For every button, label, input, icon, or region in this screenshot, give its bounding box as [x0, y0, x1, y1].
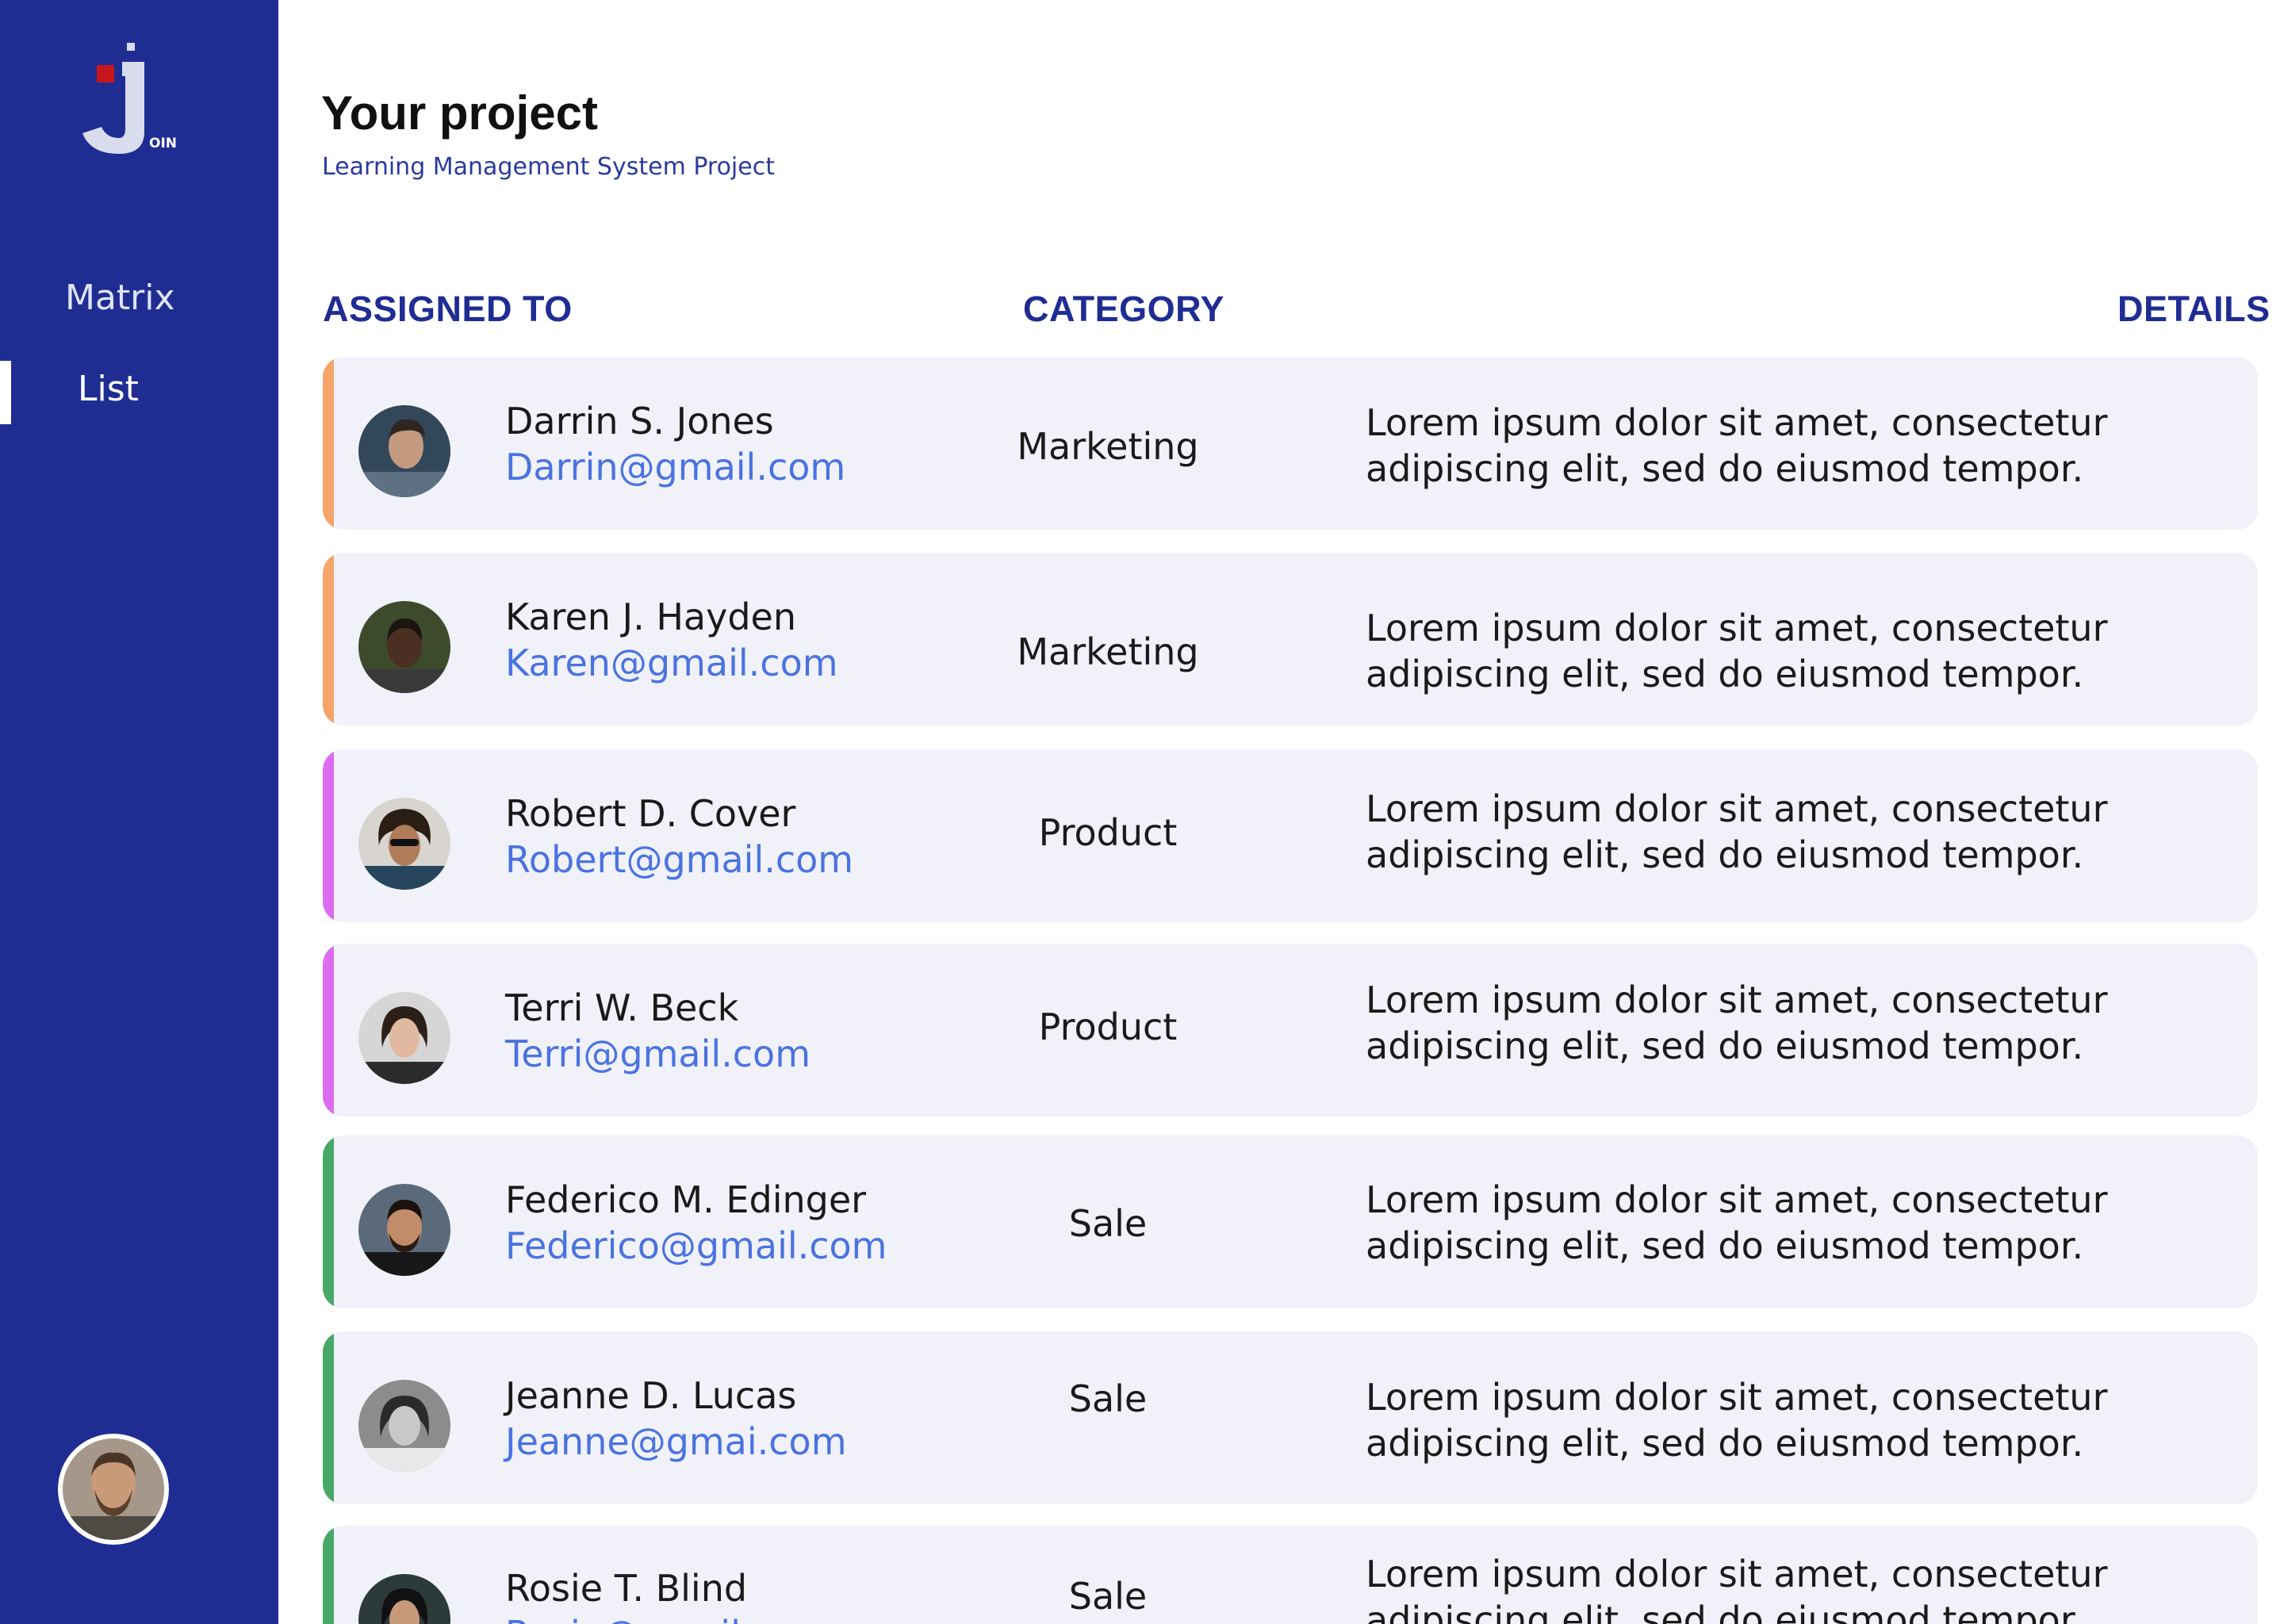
- avatar: [358, 798, 450, 890]
- category-accent-bar: [323, 357, 334, 530]
- assignee-email[interactable]: Karen@gmail.com: [505, 642, 838, 684]
- assignee-email[interactable]: Darrin@gmail.com: [505, 446, 845, 488]
- sidebar-item-label: List: [78, 369, 139, 409]
- details-text: Lorem ipsum dolor sit amet, consectetur …: [1366, 607, 2108, 695]
- table-row[interactable]: Darrin S. Jones Darrin@gmail.com Marketi…: [323, 357, 2258, 530]
- logo-text: OIN: [149, 136, 177, 151]
- category-accent-bar: [323, 944, 334, 1116]
- details-text: Lorem ipsum dolor sit amet, consectetur …: [1366, 401, 2108, 490]
- assignee-name: Federico M. Edinger: [505, 1178, 867, 1221]
- table-row[interactable]: Rosie T. Blind Rosie@gmail.com Sale Lore…: [323, 1526, 2258, 1624]
- table-row[interactable]: Federico M. Edinger Federico@gmail.com S…: [323, 1136, 2258, 1308]
- column-header-assigned-to[interactable]: ASSIGNED TO: [323, 289, 573, 330]
- avatar: [358, 1184, 450, 1276]
- avatar: [358, 1380, 450, 1472]
- logo-icon: OIN: [82, 43, 177, 154]
- category-accent-bar: [323, 553, 334, 726]
- sidebar: OIN Matrix List: [0, 0, 278, 1624]
- table-row[interactable]: Jeanne D. Lucas Jeanne@gmai.com Sale Lor…: [323, 1331, 2258, 1504]
- sidebar-item-list[interactable]: List: [0, 361, 278, 424]
- assignee-name: Karen J. Hayden: [505, 596, 796, 638]
- category-label: Product: [1038, 1005, 1178, 1048]
- category-accent-bar: [323, 1331, 334, 1504]
- table-row[interactable]: Karen J. Hayden Karen@gmail.com Marketin…: [323, 553, 2258, 726]
- category-accent-bar: [323, 749, 334, 922]
- assignee-name: Jeanne D. Lucas: [505, 1374, 797, 1417]
- logo[interactable]: OIN: [78, 38, 181, 157]
- avatar: [358, 601, 450, 693]
- category-label: Sale: [1068, 1202, 1148, 1245]
- assignee-email[interactable]: Robert@gmail.com: [505, 838, 853, 881]
- avatar-image: [63, 1438, 164, 1540]
- table-row[interactable]: Terri W. Beck Terri@gmail.com Product Lo…: [323, 944, 2258, 1116]
- avatar: [358, 992, 450, 1084]
- assignee-email[interactable]: Rosie@gmail.com: [505, 1613, 830, 1624]
- avatar: [358, 405, 450, 497]
- category-label: Product: [1038, 811, 1178, 854]
- details-text: Lorem ipsum dolor sit amet, consectetur …: [1366, 787, 2108, 876]
- category-label: Sale: [1068, 1575, 1148, 1618]
- app: OIN Matrix List Your project Learning Ma…: [0, 0, 2284, 1624]
- column-header-details[interactable]: DETAILS: [2117, 289, 2271, 330]
- assignee-email[interactable]: Jeanne@gmai.com: [505, 1420, 847, 1463]
- assignee-name: Darrin S. Jones: [505, 400, 774, 442]
- active-indicator: [0, 361, 11, 424]
- details-text: Lorem ipsum dolor sit amet, consectetur …: [1366, 1376, 2108, 1465]
- category-accent-bar: [323, 1526, 334, 1624]
- page-subtitle: Learning Management System Project: [322, 153, 775, 181]
- table-row[interactable]: Robert D. Cover Robert@gmail.com Product…: [323, 749, 2258, 922]
- details-text: Lorem ipsum dolor sit amet, consectetur …: [1366, 1553, 2108, 1624]
- category-label: Marketing: [1017, 630, 1199, 673]
- user-avatar[interactable]: [58, 1434, 169, 1545]
- assignee-email[interactable]: Federico@gmail.com: [505, 1224, 887, 1267]
- sidebar-item-matrix[interactable]: Matrix: [0, 270, 278, 333]
- assignee-name: Terri W. Beck: [505, 986, 739, 1029]
- page-title: Your project: [321, 86, 598, 140]
- category-label: Marketing: [1017, 425, 1199, 468]
- sidebar-item-label: Matrix: [65, 278, 175, 318]
- details-text: Lorem ipsum dolor sit amet, consectetur …: [1366, 1178, 2108, 1267]
- assignee-name: Rosie T. Blind: [505, 1567, 748, 1610]
- assignee-email[interactable]: Terri@gmail.com: [505, 1032, 811, 1075]
- column-header-category[interactable]: CATEGORY: [1023, 289, 1224, 330]
- category-label: Sale: [1068, 1377, 1148, 1420]
- details-text: Lorem ipsum dolor sit amet, consectetur …: [1366, 979, 2108, 1067]
- assignee-name: Robert D. Cover: [505, 792, 796, 835]
- category-accent-bar: [323, 1136, 334, 1308]
- avatar: [358, 1574, 450, 1624]
